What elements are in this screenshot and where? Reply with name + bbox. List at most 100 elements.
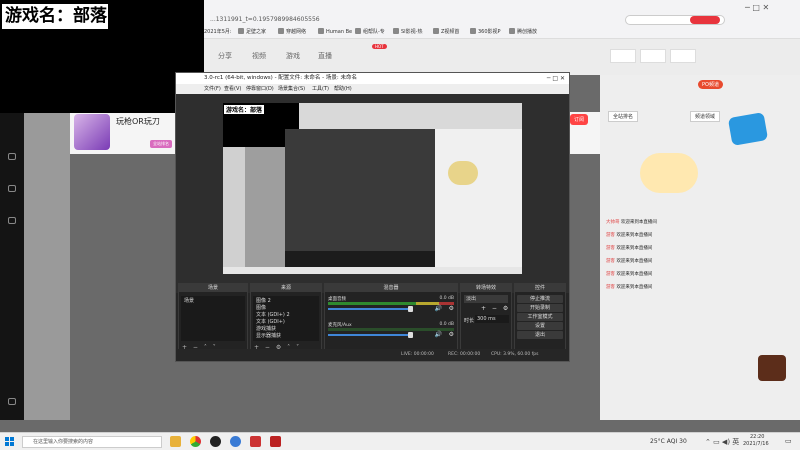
mixer-channel-mic: 麦克风/Aux 0.0 dB 🔊 ⚙ xyxy=(328,322,454,344)
nested-mascot xyxy=(448,161,478,185)
promo-logo xyxy=(727,112,769,146)
mascot-image xyxy=(640,153,698,193)
weather-text[interactable]: 25°C AQI 30 xyxy=(650,438,687,445)
follow-button[interactable]: 订阅 xyxy=(570,114,589,125)
bookmark-item[interactable]: Human Be xyxy=(318,28,352,35)
gear-icon[interactable]: ⚙ xyxy=(449,305,454,312)
bookmark-item[interactable]: 组帮队-专 xyxy=(355,28,385,35)
bookmark-item[interactable]: 穿越网络 xyxy=(278,28,306,35)
upload-icon[interactable] xyxy=(610,49,636,63)
obs-window-controls[interactable]: ─ □ ✕ xyxy=(547,73,565,84)
volume-slider-handle[interactable] xyxy=(408,306,413,312)
source-item[interactable]: 文本 (GDI+) xyxy=(256,318,285,325)
left-sidebar xyxy=(0,113,24,420)
source-item[interactable]: 游戏捕获 xyxy=(256,325,276,332)
chat-message: 游客 欢迎来到本直播间 xyxy=(606,233,653,238)
nested-obs-window xyxy=(285,129,435,251)
scene-item[interactable]: 场景 xyxy=(184,297,194,304)
transitions-dock: 转场特效 淡出 + − ⚙ 时长 300 ms xyxy=(460,283,512,355)
volume-slider[interactable] xyxy=(328,308,408,310)
streamer-avatar[interactable] xyxy=(74,114,110,150)
tab-rank[interactable]: 全站排名 xyxy=(608,111,639,122)
site-header: 分享 视频 游戏 HOT 直播 xyxy=(200,39,800,75)
file-explorer-icon[interactable] xyxy=(170,436,181,447)
bookmark-item[interactable]: 足壁之家 xyxy=(238,28,266,35)
menu-scene-collection[interactable]: 场景集合(S) xyxy=(278,84,305,94)
scenes-list: 场景 xyxy=(181,296,245,341)
source-item[interactable]: 文本 (GDI+) 2 xyxy=(256,311,290,318)
sources-dock-title: 来源 xyxy=(251,284,321,292)
chat-panel: PO频道 全站排名 频道领域 大帅哥 欢迎来到本直播间 游客 欢迎来到本直播间 … xyxy=(600,75,800,420)
speaker-icon[interactable]: 🔊 xyxy=(435,331,442,338)
app-icon-2[interactable] xyxy=(270,436,281,447)
cpu-fps: CPU: 3.9%, 60.00 fps xyxy=(491,352,539,357)
speaker-icon[interactable]: 🔊 xyxy=(435,305,442,312)
volume-slider[interactable] xyxy=(328,334,408,336)
history-icon[interactable] xyxy=(640,49,666,63)
sources-dock: 来源 图像 2 图像 文本 (GDI+) 2 文本 (GDI+) 游戏捕获 显示… xyxy=(250,283,322,355)
clock-date[interactable]: 2021/7/16 xyxy=(743,441,769,447)
menu-tools[interactable]: 工具(T) xyxy=(312,84,329,94)
app-icon[interactable] xyxy=(250,436,261,447)
taskbar-search-input[interactable]: 在这里输入你要搜索的内容 xyxy=(22,436,162,448)
sidebar-item-follow[interactable] xyxy=(2,185,22,193)
clock-time[interactable]: 22:20 xyxy=(750,434,764,440)
chat-message: 游客 欢迎来到本直播间 xyxy=(606,272,653,277)
studio-mode-button[interactable]: 工作室模式 xyxy=(517,313,563,321)
duration-input[interactable]: 300 ms xyxy=(475,315,509,323)
obs-icon[interactable] xyxy=(210,436,221,447)
message-icon[interactable] xyxy=(670,49,696,63)
menu-file[interactable]: 文件(F) xyxy=(204,84,221,94)
rec-timer: REC: 00:00:00 xyxy=(448,352,481,357)
volume-slider-handle[interactable] xyxy=(408,332,413,338)
transition-controls[interactable]: + − ⚙ xyxy=(481,305,510,312)
source-item[interactable]: 图像 2 xyxy=(256,297,271,304)
bookmark-item[interactable]: 360影视P xyxy=(470,28,501,35)
menu-view[interactable]: 查看(V) xyxy=(224,84,241,94)
menu-help[interactable]: 帮助(H) xyxy=(334,84,352,94)
preview-canvas[interactable]: 游戏名：部落 xyxy=(223,103,522,274)
nav-video[interactable]: 视频 xyxy=(252,51,266,61)
window-controls[interactable]: ─ □ ✕ xyxy=(745,3,769,12)
source-item[interactable]: 显示器捕获 xyxy=(256,332,281,339)
nested-taskbar xyxy=(223,267,522,274)
bookmark-item[interactable]: 腾创播放 xyxy=(509,28,537,35)
gear-icon[interactable]: ⚙ xyxy=(449,331,454,338)
source-item[interactable]: 图像 xyxy=(256,304,266,311)
nav-game[interactable]: 游戏 xyxy=(286,51,300,61)
follow-icon xyxy=(8,185,16,192)
nested-page xyxy=(245,147,285,267)
address-bar[interactable]: ...1311991_t=0.1957989984605556 xyxy=(210,16,320,23)
nested-left-strip xyxy=(223,147,245,267)
category-icon xyxy=(8,217,16,224)
browser-icon[interactable] xyxy=(230,436,241,447)
settings-button[interactable]: 设置 xyxy=(517,322,563,330)
controls-dock-title: 控件 xyxy=(515,284,565,292)
sidebar-item-home[interactable] xyxy=(2,153,22,161)
channel-button[interactable]: PO频道 xyxy=(698,80,723,89)
tray-icons[interactable]: ⌃ ▭ ◀) 英 xyxy=(705,437,739,447)
scenes-dock: 场景 场景 + − ˄ ˅ xyxy=(178,283,248,355)
nested-browser-header xyxy=(299,103,522,129)
bookmark-item[interactable]: 2021年5月: xyxy=(204,28,232,35)
transition-select[interactable]: 淡出 xyxy=(464,295,508,303)
bookmark-item[interactable]: Z视频首 xyxy=(433,28,459,35)
rank-badge: 全站排名 xyxy=(150,140,172,148)
hot-search-button[interactable] xyxy=(690,16,720,24)
menu-docks[interactable]: 停靠窗口(D) xyxy=(246,84,274,94)
start-recording-button[interactable]: 开始录制 xyxy=(517,304,563,312)
sidebar-item-settings[interactable] xyxy=(2,398,22,406)
obs-menubar: 文件(F) 查看(V) 停靠窗口(D) 场景集合(S) 工具(T) 帮助(H) xyxy=(176,84,569,94)
sidebar-item-category[interactable] xyxy=(2,217,22,225)
chrome-icon[interactable] xyxy=(190,436,201,447)
stop-streaming-button[interactable]: 停止推流 xyxy=(517,295,563,303)
nav-share[interactable]: 分享 xyxy=(218,51,232,61)
gift-icon[interactable] xyxy=(758,355,786,381)
bookmark-item[interactable]: SI影视-热 xyxy=(393,28,422,35)
exit-button[interactable]: 退出 xyxy=(517,331,563,339)
notification-icon[interactable]: ▭ xyxy=(785,437,792,445)
nav-live[interactable]: 直播 xyxy=(318,51,332,61)
start-icon[interactable] xyxy=(5,437,14,446)
tab-domain[interactable]: 频道领域 xyxy=(690,111,721,122)
preview-game-label: 游戏名：部落 xyxy=(224,105,265,114)
